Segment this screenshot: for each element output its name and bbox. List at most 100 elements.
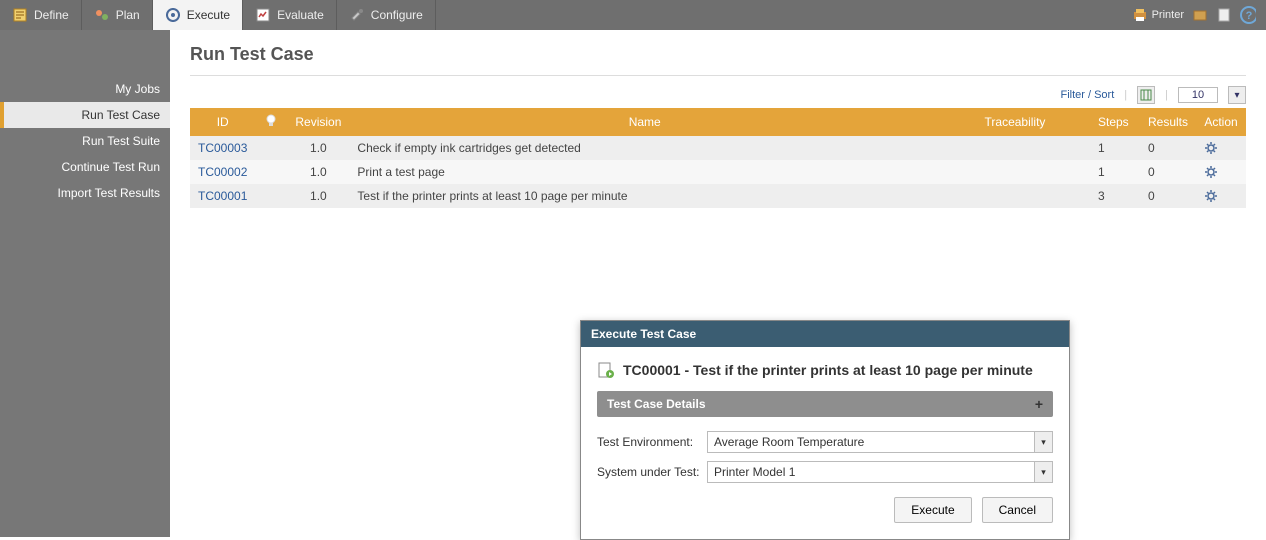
test-env-value: Average Room Temperature (707, 431, 1035, 453)
dialog-title-text: TC00001 - Test if the printer prints at … (623, 362, 1033, 378)
cell-results: 0 (1140, 160, 1196, 184)
execute-button[interactable]: Execute (894, 497, 971, 523)
cell-results: 0 (1140, 184, 1196, 208)
page-title: Run Test Case (190, 44, 1246, 76)
divider: | (1165, 89, 1168, 101)
context-printer[interactable]: Printer (1132, 7, 1184, 23)
table-toolbar: Filter / Sort | | 10 ▾ (190, 82, 1246, 108)
cell-steps: 3 (1090, 184, 1140, 208)
tab-execute[interactable]: Execute (153, 0, 243, 30)
sidebar-item-label: Continue Test Run (61, 160, 160, 174)
dialog-header[interactable]: Execute Test Case (581, 321, 1069, 347)
toolbar-btn-2[interactable] (1216, 7, 1232, 23)
cell-revision: 1.0 (287, 184, 349, 208)
top-toolbar: Define Plan Execute Evaluate Configure P… (0, 0, 1266, 30)
test-env-select[interactable]: Average Room Temperature ▾ (707, 431, 1053, 453)
main-layout: My Jobs Run Test Case Run Test Suite Con… (0, 30, 1266, 537)
cell-steps: 1 (1090, 136, 1140, 160)
sidebar-item-runtestsuite[interactable]: Run Test Suite (0, 128, 170, 154)
run-icon (597, 361, 615, 379)
table-row: TC00003 1.0 Check if empty ink cartridge… (190, 136, 1246, 160)
tab-execute-label: Execute (187, 8, 230, 22)
action-gear[interactable] (1204, 189, 1238, 203)
tab-define-label: Define (34, 8, 69, 22)
execute-test-case-dialog: Execute Test Case TC00001 - Test if the … (580, 320, 1070, 540)
columns-button[interactable] (1137, 86, 1155, 104)
sidebar-item-myjobs[interactable]: My Jobs (0, 76, 170, 102)
action-gear[interactable] (1204, 165, 1238, 179)
box-icon (1192, 7, 1208, 23)
cancel-button[interactable]: Cancel (982, 497, 1053, 523)
id-link[interactable]: TC00001 (198, 189, 247, 203)
tab-configure-label: Configure (371, 8, 423, 22)
help-icon: ? (1240, 7, 1256, 23)
cell-revision: 1.0 (287, 160, 349, 184)
id-link[interactable]: TC00002 (198, 165, 247, 179)
gear-icon (1204, 189, 1218, 203)
col-bulb[interactable] (255, 108, 287, 136)
page-icon (1216, 7, 1232, 23)
col-id[interactable]: ID (190, 108, 255, 136)
col-traceability[interactable]: Traceability (940, 108, 1090, 136)
divider: | (1124, 89, 1127, 101)
sidebar-item-import[interactable]: Import Test Results (0, 180, 170, 206)
context-printer-label: Printer (1152, 9, 1184, 21)
col-name[interactable]: Name (349, 108, 940, 136)
tab-evaluate[interactable]: Evaluate (243, 0, 337, 30)
expand-icon: + (1035, 396, 1043, 412)
cell-name: Check if empty ink cartridges get detect… (349, 136, 940, 160)
sidebar-item-label: My Jobs (115, 82, 160, 96)
execute-icon (165, 7, 181, 23)
dialog-buttons: Execute Cancel (597, 497, 1053, 523)
sidebar-spacer (0, 40, 170, 76)
col-results[interactable]: Results (1140, 108, 1196, 136)
top-toolbar-right: Printer ? (1122, 0, 1266, 30)
sut-select[interactable]: Printer Model 1 ▾ (707, 461, 1053, 483)
page-size-dropdown[interactable]: ▾ (1228, 86, 1246, 104)
printer-icon (1132, 7, 1148, 23)
id-link[interactable]: TC00003 (198, 141, 247, 155)
cell-name: Test if the printer prints at least 10 p… (349, 184, 940, 208)
dialog-title: TC00001 - Test if the printer prints at … (597, 361, 1053, 379)
sidebar-item-continue[interactable]: Continue Test Run (0, 154, 170, 180)
test-case-table: ID Revision Name Traceability Steps Resu… (190, 108, 1246, 208)
content-area: Run Test Case Filter / Sort | | 10 ▾ ID … (170, 30, 1266, 537)
cell-traceability (940, 136, 1090, 160)
table-row: TC00001 1.0 Test if the printer prints a… (190, 184, 1246, 208)
form-row-sut: System under Test: Printer Model 1 ▾ (597, 461, 1053, 483)
svg-text:?: ? (1246, 10, 1253, 22)
tab-plan[interactable]: Plan (82, 0, 153, 30)
chevron-down-icon: ▾ (1035, 431, 1053, 453)
col-action[interactable]: Action (1196, 108, 1246, 136)
dialog-body: TC00001 - Test if the printer prints at … (581, 347, 1069, 539)
sidebar-item-runtestcase[interactable]: Run Test Case (0, 102, 170, 128)
cell-traceability (940, 184, 1090, 208)
cell-name: Print a test page (349, 160, 940, 184)
top-toolbar-left: Define Plan Execute Evaluate Configure (0, 0, 436, 30)
test-case-details-section[interactable]: Test Case Details + (597, 391, 1053, 417)
action-gear[interactable] (1204, 141, 1238, 155)
gear-icon (1204, 165, 1218, 179)
sut-value: Printer Model 1 (707, 461, 1035, 483)
col-revision[interactable]: Revision (287, 108, 349, 136)
sidebar-item-label: Run Test Case (82, 108, 161, 122)
col-steps[interactable]: Steps (1090, 108, 1140, 136)
sidebar-item-label: Run Test Suite (82, 134, 160, 148)
toolbar-btn-1[interactable] (1192, 7, 1208, 23)
chevron-down-icon: ▾ (1035, 461, 1053, 483)
tab-plan-label: Plan (116, 8, 140, 22)
cell-traceability (940, 160, 1090, 184)
sidebar: My Jobs Run Test Case Run Test Suite Con… (0, 30, 170, 537)
table-row: TC00002 1.0 Print a test page 1 0 (190, 160, 1246, 184)
form-row-env: Test Environment: Average Room Temperatu… (597, 431, 1053, 453)
bulb-icon (263, 113, 279, 129)
test-env-label: Test Environment: (597, 435, 707, 449)
table-header-row: ID Revision Name Traceability Steps Resu… (190, 108, 1246, 136)
configure-icon (349, 7, 365, 23)
tab-define[interactable]: Define (0, 0, 82, 30)
sut-label: System under Test: (597, 465, 707, 479)
evaluate-icon (255, 7, 271, 23)
filter-sort-link[interactable]: Filter / Sort (1060, 89, 1114, 101)
tab-configure[interactable]: Configure (337, 0, 436, 30)
help-button[interactable]: ? (1240, 7, 1256, 23)
